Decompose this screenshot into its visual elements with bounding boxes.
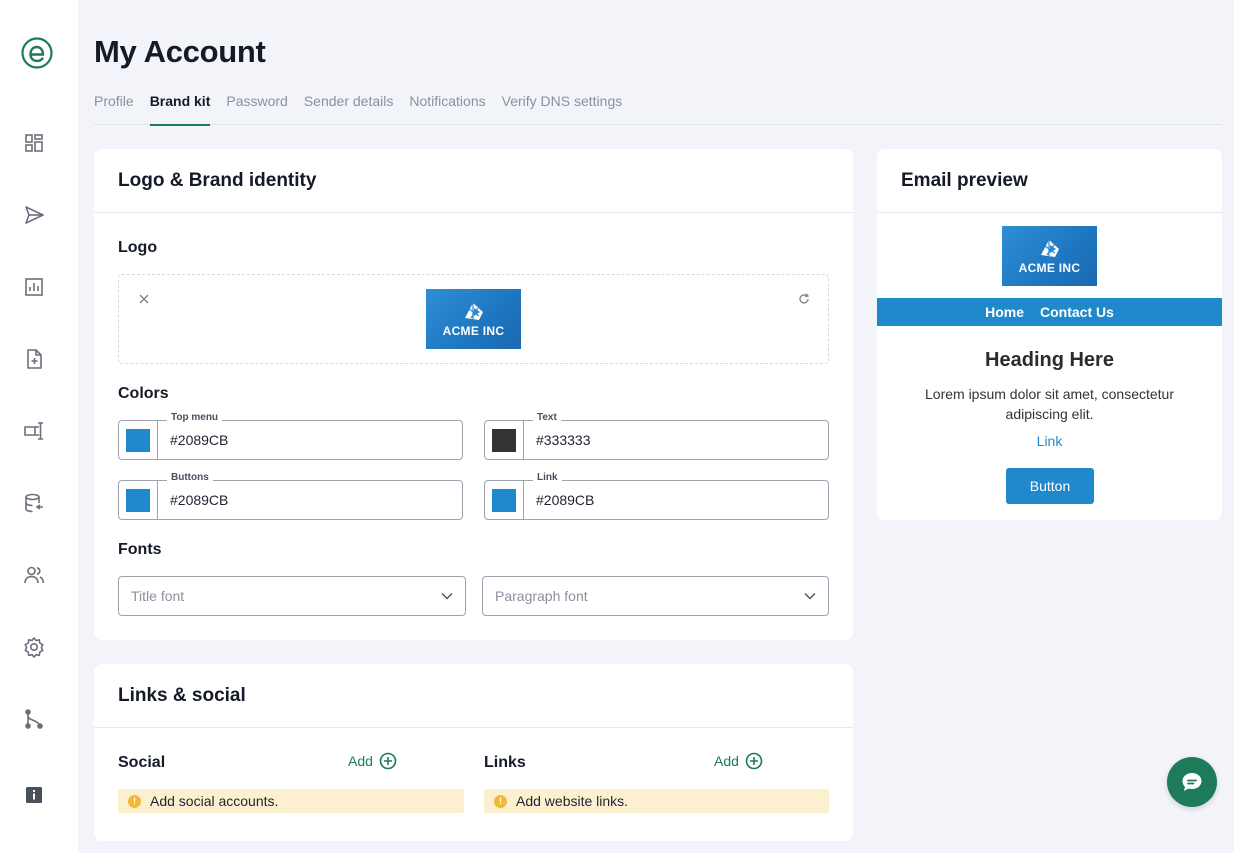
text-color-label: Text [533, 412, 561, 423]
brand-identity-card: Logo & Brand identity Logo ACME INC Colo… [94, 149, 853, 640]
link-color-label: Link [533, 472, 562, 483]
colors-section-label: Colors [118, 385, 169, 402]
top-menu-color-label: Top menu [167, 412, 223, 423]
chevron-down-icon [441, 593, 453, 600]
database-icon[interactable] [22, 491, 46, 515]
buttons-color-field[interactable]: Buttons #2089CB [118, 472, 463, 520]
logo-text: ACME INC [442, 324, 505, 338]
preview-heading: Heading Here [985, 349, 1114, 371]
social-empty-notice: ! Add social accounts. [118, 789, 464, 813]
text-editor-icon[interactable] [22, 419, 46, 443]
chat-button[interactable] [1167, 757, 1217, 807]
chat-icon [1182, 773, 1202, 791]
links-card-title: Links & social [94, 664, 853, 728]
tab-notifications[interactable]: Notifications [409, 90, 485, 125]
logo-image: ACME INC [426, 289, 521, 349]
plus-circle-icon [379, 752, 397, 770]
top-menu-color-field[interactable]: Top menu #2089CB [118, 412, 463, 460]
links-section-label: Links [484, 754, 526, 771]
page-title: My Account [94, 34, 266, 69]
add-link-label: Add [714, 753, 739, 769]
link-color-value[interactable]: #2089CB [536, 492, 594, 508]
top-menu-swatch[interactable] [126, 428, 150, 452]
paragraph-font-placeholder: Paragraph font [495, 588, 588, 604]
buttons-color-value[interactable]: #2089CB [170, 492, 228, 508]
links-social-card: Links & social Social Add ! Add social a… [94, 664, 853, 841]
social-section-label: Social [118, 754, 166, 771]
sidebar [0, 0, 78, 853]
add-link-button[interactable]: Add [714, 752, 763, 770]
info-icon[interactable] [22, 783, 46, 807]
logo-section-label: Logo [118, 239, 158, 256]
link-swatch-cell[interactable] [485, 481, 524, 519]
top-menu-swatch-cell[interactable] [119, 421, 158, 459]
tab-profile[interactable]: Profile [94, 90, 134, 125]
add-document-icon[interactable] [22, 347, 46, 371]
top-menu-color-value[interactable]: #2089CB [170, 432, 228, 448]
tab-sender-details[interactable]: Sender details [304, 90, 394, 125]
fonts-section-label: Fonts [118, 541, 162, 558]
link-swatch[interactable] [492, 488, 516, 512]
email-preview-card: Email preview ACME INC Home Contact Us H… [877, 149, 1222, 520]
buttons-swatch-cell[interactable] [119, 481, 158, 519]
acme-logo-icon [464, 303, 483, 320]
preview-nav-contact[interactable]: Contact Us [1040, 304, 1114, 320]
brand-card-title: Logo & Brand identity [94, 149, 853, 213]
paragraph-font-select[interactable]: Paragraph font [482, 576, 829, 616]
buttons-color-label: Buttons [167, 472, 213, 483]
warning-icon: ! [494, 794, 507, 808]
preview-nav-home[interactable]: Home [985, 304, 1024, 320]
plus-circle-icon [745, 752, 763, 770]
text-swatch-cell[interactable] [485, 421, 524, 459]
workflow-icon[interactable] [22, 707, 46, 731]
add-social-button[interactable]: Add [348, 752, 397, 770]
tab-brand-kit[interactable]: Brand kit [149, 90, 210, 126]
text-color-field[interactable]: Text #333333 [484, 412, 829, 460]
preview-logo-text: ACME INC [1018, 261, 1081, 275]
send-icon[interactable] [22, 203, 46, 227]
logo-dropzone[interactable]: ACME INC [118, 274, 829, 364]
link-color-field[interactable]: Link #2089CB [484, 472, 829, 520]
e-logo-icon[interactable] [20, 36, 54, 70]
tab-password[interactable]: Password [226, 90, 287, 125]
preview-link[interactable]: Link [877, 433, 1222, 449]
chevron-down-icon [804, 593, 816, 600]
users-icon[interactable] [22, 563, 46, 587]
tab-verify-dns-settings[interactable]: Verify DNS settings [502, 90, 623, 125]
acme-logo-icon [1040, 240, 1059, 257]
preview-logo-image: ACME INC [1002, 226, 1097, 286]
text-swatch[interactable] [492, 428, 516, 452]
preview-top-menu: Home Contact Us [877, 298, 1222, 326]
links-notice-text: Add website links. [516, 793, 629, 809]
preview-body-text: Lorem ipsum dolor sit amet, consectetur … [925, 386, 1174, 422]
replace-logo-icon[interactable] [798, 293, 810, 305]
reports-icon[interactable] [22, 275, 46, 299]
preview-card-title: Email preview [877, 149, 1222, 213]
remove-logo-icon[interactable] [139, 294, 149, 304]
add-social-label: Add [348, 753, 373, 769]
warning-icon: ! [128, 794, 141, 808]
social-notice-text: Add social accounts. [150, 793, 279, 809]
buttons-swatch[interactable] [126, 488, 150, 512]
preview-button[interactable]: Button [1006, 468, 1094, 504]
title-font-select[interactable]: Title font [118, 576, 466, 616]
title-font-placeholder: Title font [131, 588, 185, 604]
tab-bar: Profile Brand kit Password Sender detail… [94, 90, 1222, 126]
dashboard-icon[interactable] [22, 131, 46, 155]
text-color-value[interactable]: #333333 [536, 432, 591, 448]
gear-icon[interactable] [22, 635, 46, 659]
links-empty-notice: ! Add website links. [484, 789, 829, 813]
